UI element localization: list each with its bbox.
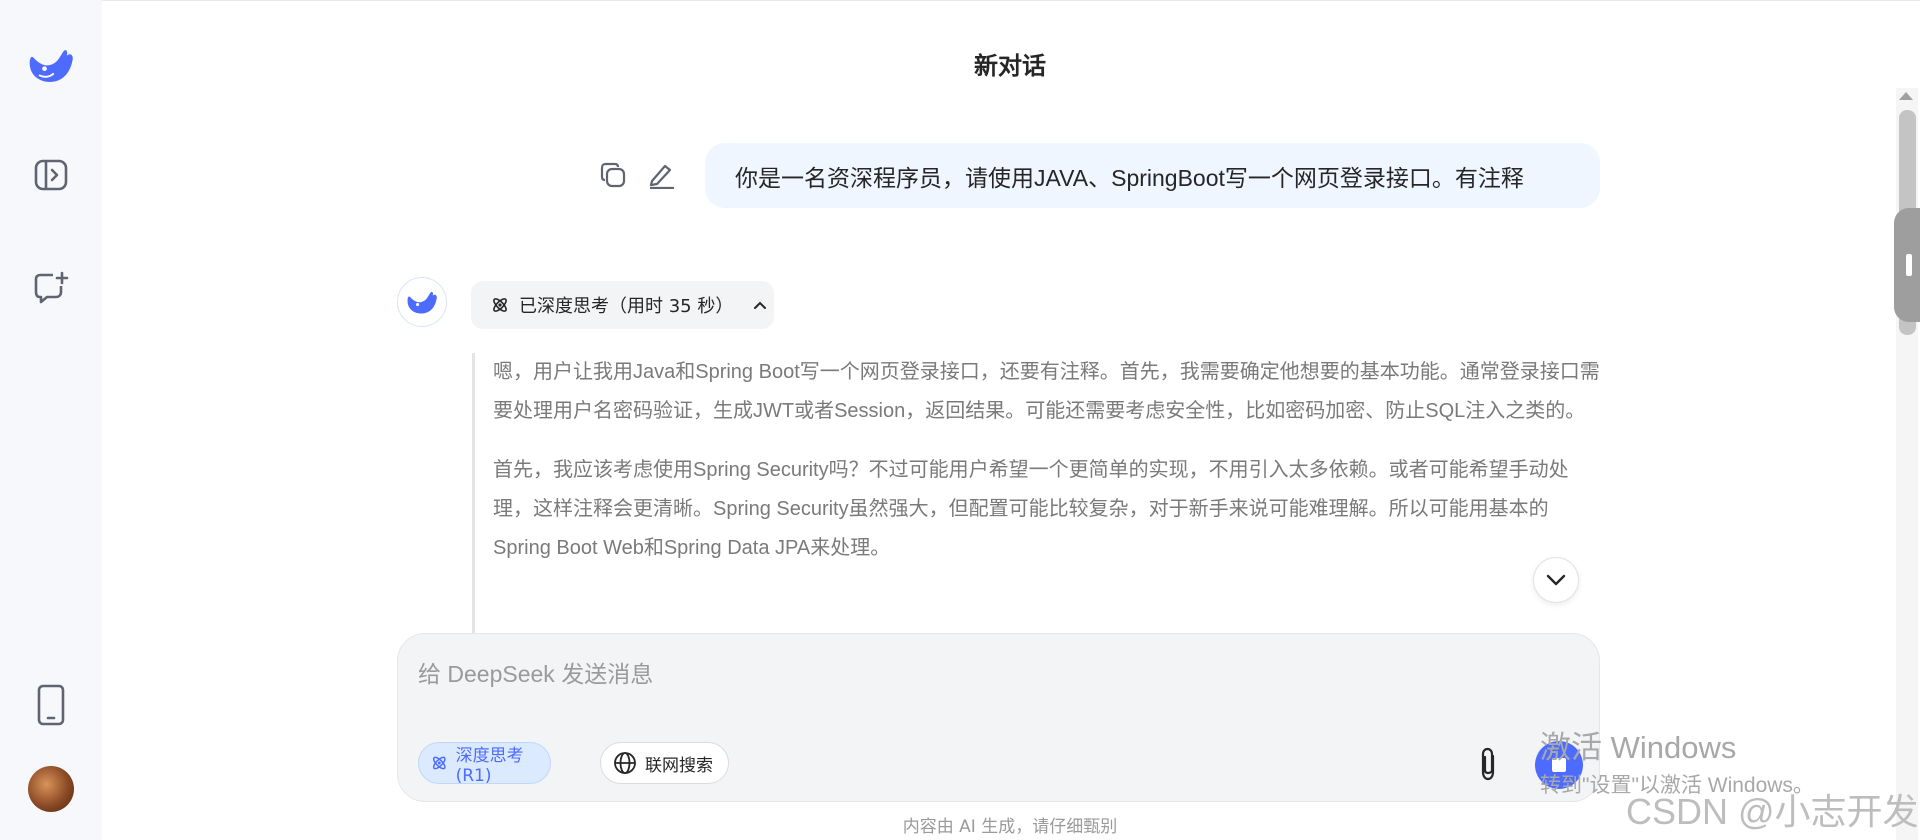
thought-content: 嗯，用户让我用Java和Spring Boot写一个网页登录接口，还要有注释。首… bbox=[472, 353, 1600, 633]
scroll-up-arrow-icon[interactable] bbox=[1899, 92, 1913, 100]
deepseek-chat-page: 新对话 你是一名资深程序员，请使用JAVA、SpringBoot写一个网页登录接… bbox=[0, 0, 1920, 840]
deepseek-whale-icon bbox=[407, 291, 437, 314]
side-panel-handle[interactable] bbox=[1894, 208, 1920, 322]
chevron-up-icon bbox=[754, 301, 767, 309]
page-title: 新对话 bbox=[974, 52, 1046, 80]
watermark-title: 激活 Windows bbox=[1540, 730, 1737, 765]
scroll-to-bottom-button[interactable] bbox=[1533, 557, 1579, 603]
csdn-watermark: CSDN @小志开发 bbox=[1626, 791, 1919, 832]
globe-icon bbox=[614, 752, 636, 774]
user-avatar[interactable] bbox=[28, 766, 74, 812]
web-search-label: 联网搜索 bbox=[645, 755, 713, 776]
chevron-down-icon bbox=[1546, 574, 1566, 586]
user-message-bubble: 你是一名资深程序员，请使用JAVA、SpringBoot写一个网页登录接口。有注… bbox=[705, 143, 1600, 208]
thinking-toggle[interactable]: 已深度思考（用时 35 秒） bbox=[471, 281, 774, 329]
message-input[interactable] bbox=[418, 654, 1518, 694]
thought-paragraph: 首先，我应该考虑使用Spring Security吗？不过可能用户希望一个更简单… bbox=[493, 459, 1569, 559]
copy-icon[interactable] bbox=[598, 160, 628, 190]
sidebar bbox=[0, 0, 102, 840]
mobile-app-icon[interactable] bbox=[26, 680, 76, 730]
sidebar-toggle-icon[interactable] bbox=[26, 150, 76, 200]
deep-think-label: 深度思考 (R1) bbox=[455, 745, 524, 786]
thinking-label: 已深度思考（用时 35 秒） bbox=[519, 296, 734, 317]
web-search-toggle[interactable]: 联网搜索 bbox=[600, 742, 729, 784]
atom-icon bbox=[432, 756, 446, 770]
atom-icon bbox=[493, 298, 507, 312]
top-border bbox=[0, 0, 1920, 1]
attach-icon[interactable] bbox=[1468, 742, 1508, 786]
edit-icon[interactable] bbox=[646, 160, 676, 190]
deep-think-toggle[interactable]: 深度思考 (R1) bbox=[418, 742, 551, 786]
deepseek-logo-icon[interactable] bbox=[26, 40, 76, 90]
assistant-avatar bbox=[397, 277, 447, 327]
thought-paragraph: 嗯，用户让我用Java和Spring Boot写一个网页登录接口，还要有注释。首… bbox=[493, 361, 1600, 422]
message-actions bbox=[598, 160, 676, 190]
new-chat-icon[interactable] bbox=[26, 263, 76, 313]
message-composer: 深度思考 (R1) 联网搜索 bbox=[397, 633, 1600, 802]
